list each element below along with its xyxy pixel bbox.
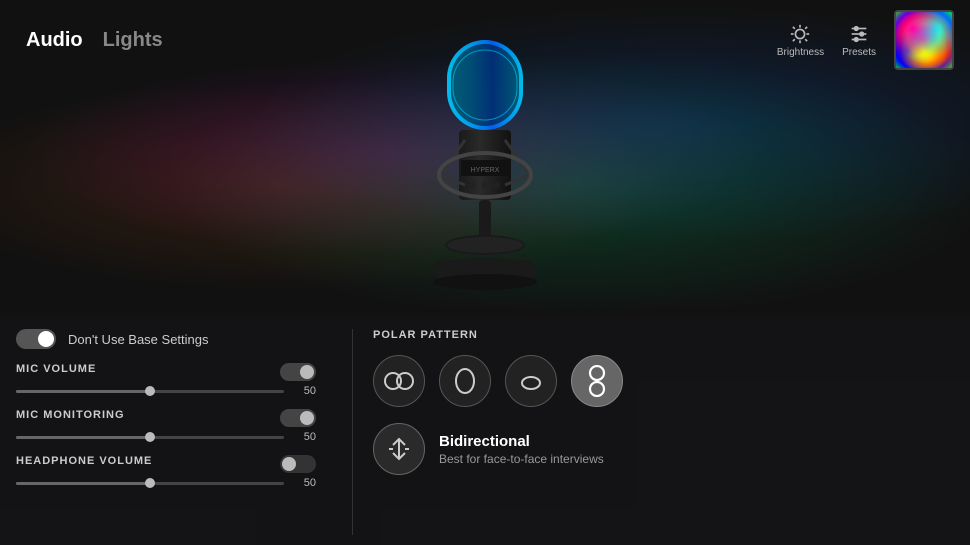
right-controls: POLAR PATTERN: [369, 329, 954, 535]
mic-monitoring-slider[interactable]: [16, 436, 284, 439]
headphone-volume-value: 50: [292, 477, 316, 489]
pattern-icons-row: [373, 355, 954, 407]
app-header: Audio Lights Brightness: [0, 0, 970, 80]
tab-audio[interactable]: Audio: [16, 25, 93, 56]
bidirectional-desc-icon: [381, 431, 417, 467]
mic-monitoring-slider-row: 50: [16, 431, 316, 443]
headphone-volume-label: HEADPHONE VOLUME: [16, 455, 152, 467]
mic-volume-header: MIC VOLUME: [16, 363, 316, 381]
base-settings-row: Don't Use Base Settings: [16, 329, 316, 349]
mic-volume-slider[interactable]: [16, 390, 284, 393]
pattern-name: Bidirectional: [439, 433, 604, 450]
base-settings-label: Don't Use Base Settings: [68, 332, 209, 347]
headphone-volume-toggle[interactable]: [280, 455, 316, 473]
panel-divider: [352, 329, 353, 535]
mic-monitoring-header: MIC MONITORING: [16, 409, 316, 427]
headphone-volume-slider-row: 50: [16, 477, 316, 489]
brightness-button[interactable]: Brightness: [777, 23, 824, 58]
pattern-subtext: Best for face-to-face interviews: [439, 452, 604, 466]
left-controls: Don't Use Base Settings MIC VOLUME 50 MI: [16, 329, 336, 535]
base-settings-toggle[interactable]: [16, 329, 56, 349]
headphone-volume-slider[interactable]: [16, 482, 284, 485]
headphone-volume-section: HEADPHONE VOLUME 50: [16, 455, 316, 489]
pattern-cardioid-button[interactable]: [439, 355, 491, 407]
mic-volume-toggle[interactable]: [280, 363, 316, 381]
mic-volume-section: MIC VOLUME 50: [16, 363, 316, 397]
brightness-label: Brightness: [777, 47, 824, 58]
mic-volume-slider-row: 50: [16, 385, 316, 397]
mic-monitoring-value: 50: [292, 431, 316, 443]
preset-thumbnail[interactable]: [894, 10, 954, 70]
mic-monitoring-toggle[interactable]: [280, 409, 316, 427]
svg-text:HYPERX: HYPERX: [471, 167, 500, 174]
mic-monitoring-label: MIC MONITORING: [16, 409, 125, 421]
mic-volume-label: MIC VOLUME: [16, 363, 96, 375]
brightness-icon: [789, 23, 811, 45]
presets-label: Presets: [842, 47, 876, 58]
pattern-description: Bidirectional Best for face-to-face inte…: [373, 423, 954, 475]
tab-lights[interactable]: Lights: [93, 25, 173, 56]
pattern-bidirectional-button[interactable]: [571, 355, 623, 407]
header-right: Brightness Presets: [777, 10, 954, 70]
pattern-omni-button[interactable]: [505, 355, 557, 407]
pattern-stereo-button[interactable]: [373, 355, 425, 407]
bottom-panel: Don't Use Base Settings MIC VOLUME 50 MI: [0, 315, 970, 545]
polar-pattern-label: POLAR PATTERN: [373, 329, 954, 341]
mic-volume-value: 50: [292, 385, 316, 397]
pattern-desc-text: Bidirectional Best for face-to-face inte…: [439, 433, 604, 466]
presets-button[interactable]: Presets: [842, 23, 876, 58]
presets-icon: [848, 23, 870, 45]
pattern-desc-icon: [373, 423, 425, 475]
headphone-volume-header: HEADPHONE VOLUME: [16, 455, 316, 473]
mic-monitoring-section: MIC MONITORING 50: [16, 409, 316, 443]
